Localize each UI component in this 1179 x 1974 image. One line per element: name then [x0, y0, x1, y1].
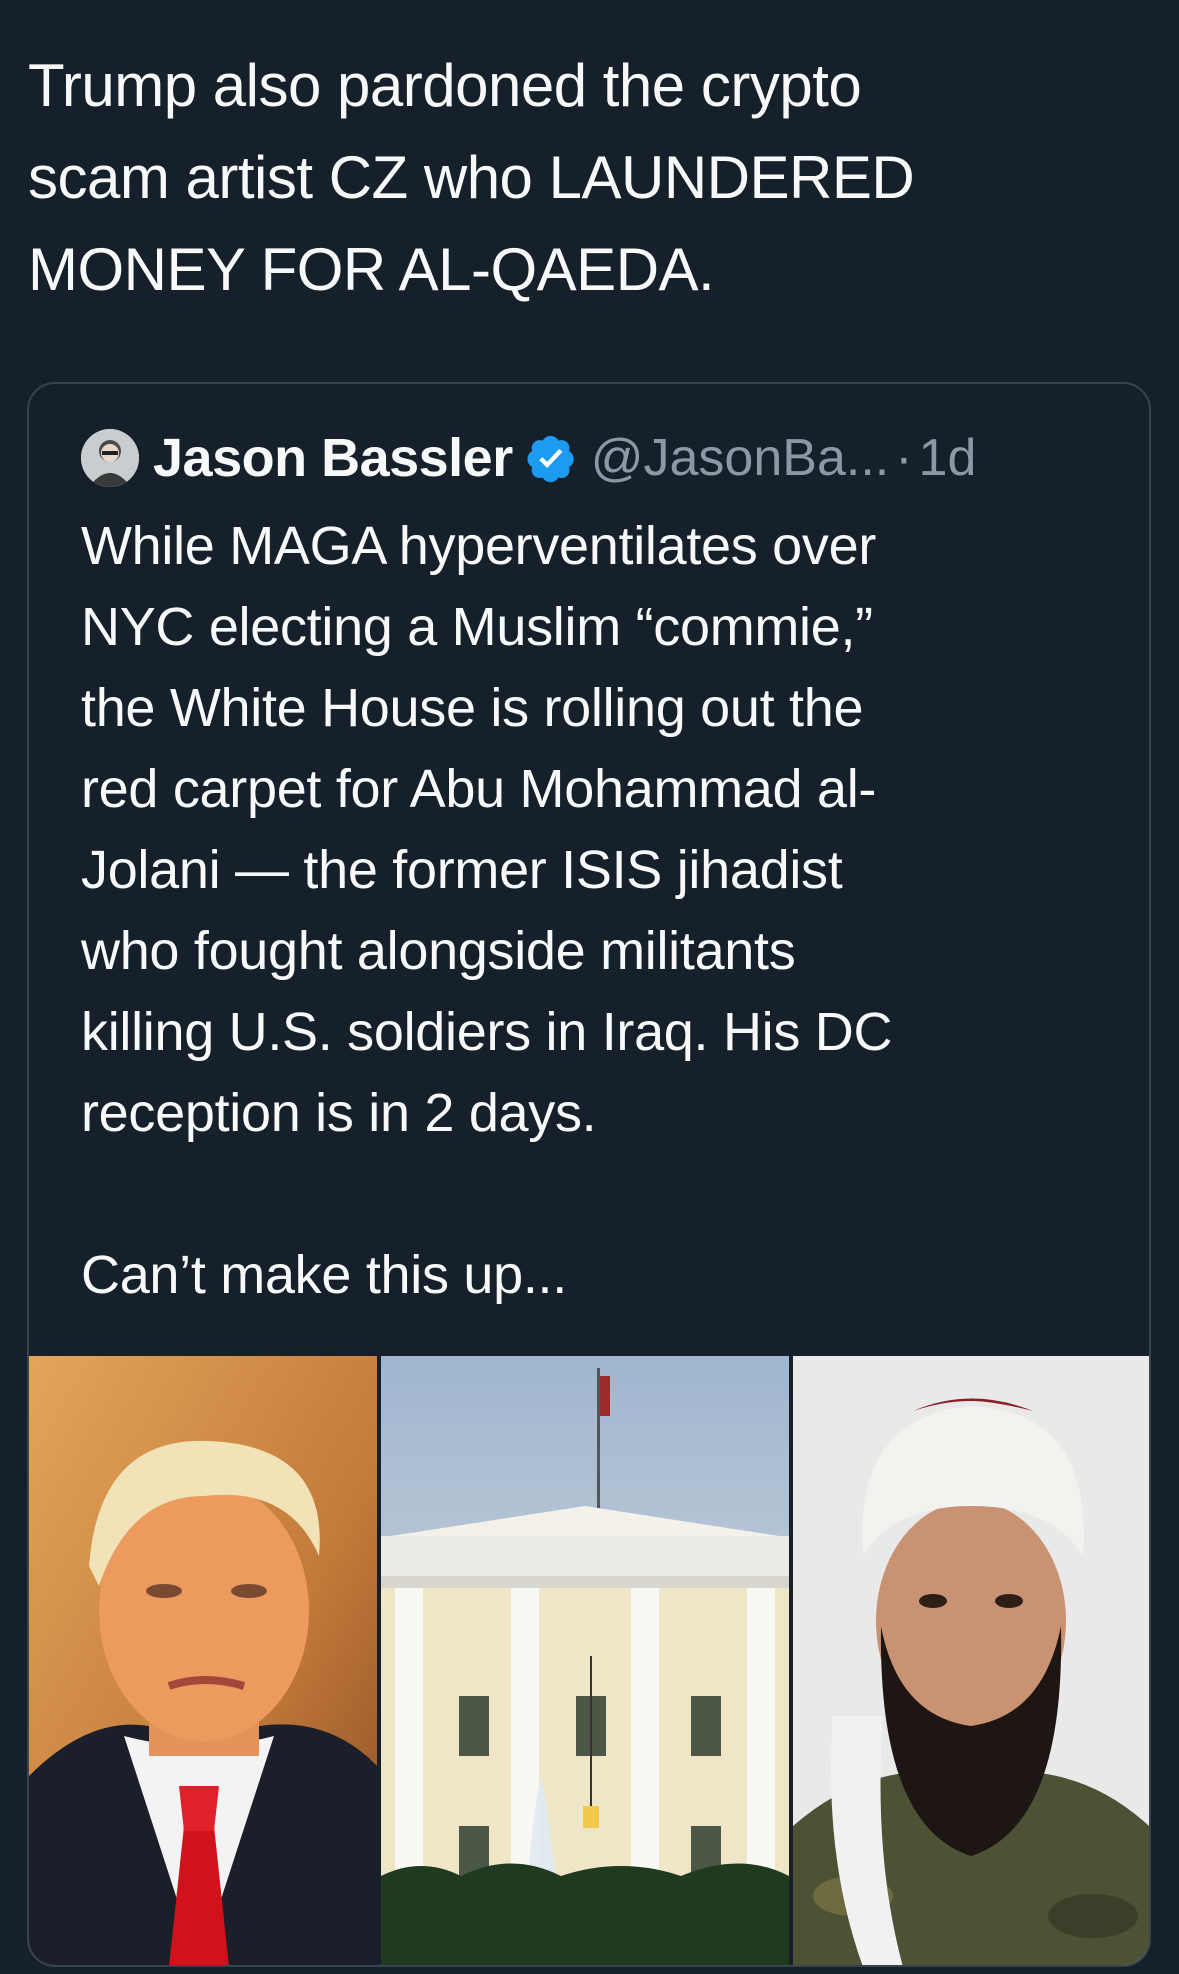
- separator: ·: [895, 429, 913, 487]
- tweet-text: Trump also pardoned the crypto scam arti…: [28, 52, 915, 303]
- author-handle[interactable]: @JasonBa...: [591, 428, 890, 488]
- white-house-photo[interactable]: [381, 1356, 789, 1965]
- quoted-tweet-card[interactable]: Jason Bassler @JasonBa... · 1d While MAG…: [27, 382, 1151, 1967]
- timestamp[interactable]: 1d: [919, 428, 977, 488]
- verified-badge-icon: [527, 435, 574, 483]
- media-grid: [29, 1356, 1149, 1965]
- author-avatar[interactable]: [81, 429, 139, 487]
- jolani-photo[interactable]: [793, 1356, 1149, 1965]
- author-name[interactable]: Jason Bassler: [153, 427, 513, 489]
- trump-photo[interactable]: [29, 1356, 377, 1965]
- quoted-tweet-header: Jason Bassler @JasonBa... · 1d: [81, 428, 976, 488]
- quoted-tweet-text: While MAGA hyperventilates over NYC elec…: [81, 516, 893, 1305]
